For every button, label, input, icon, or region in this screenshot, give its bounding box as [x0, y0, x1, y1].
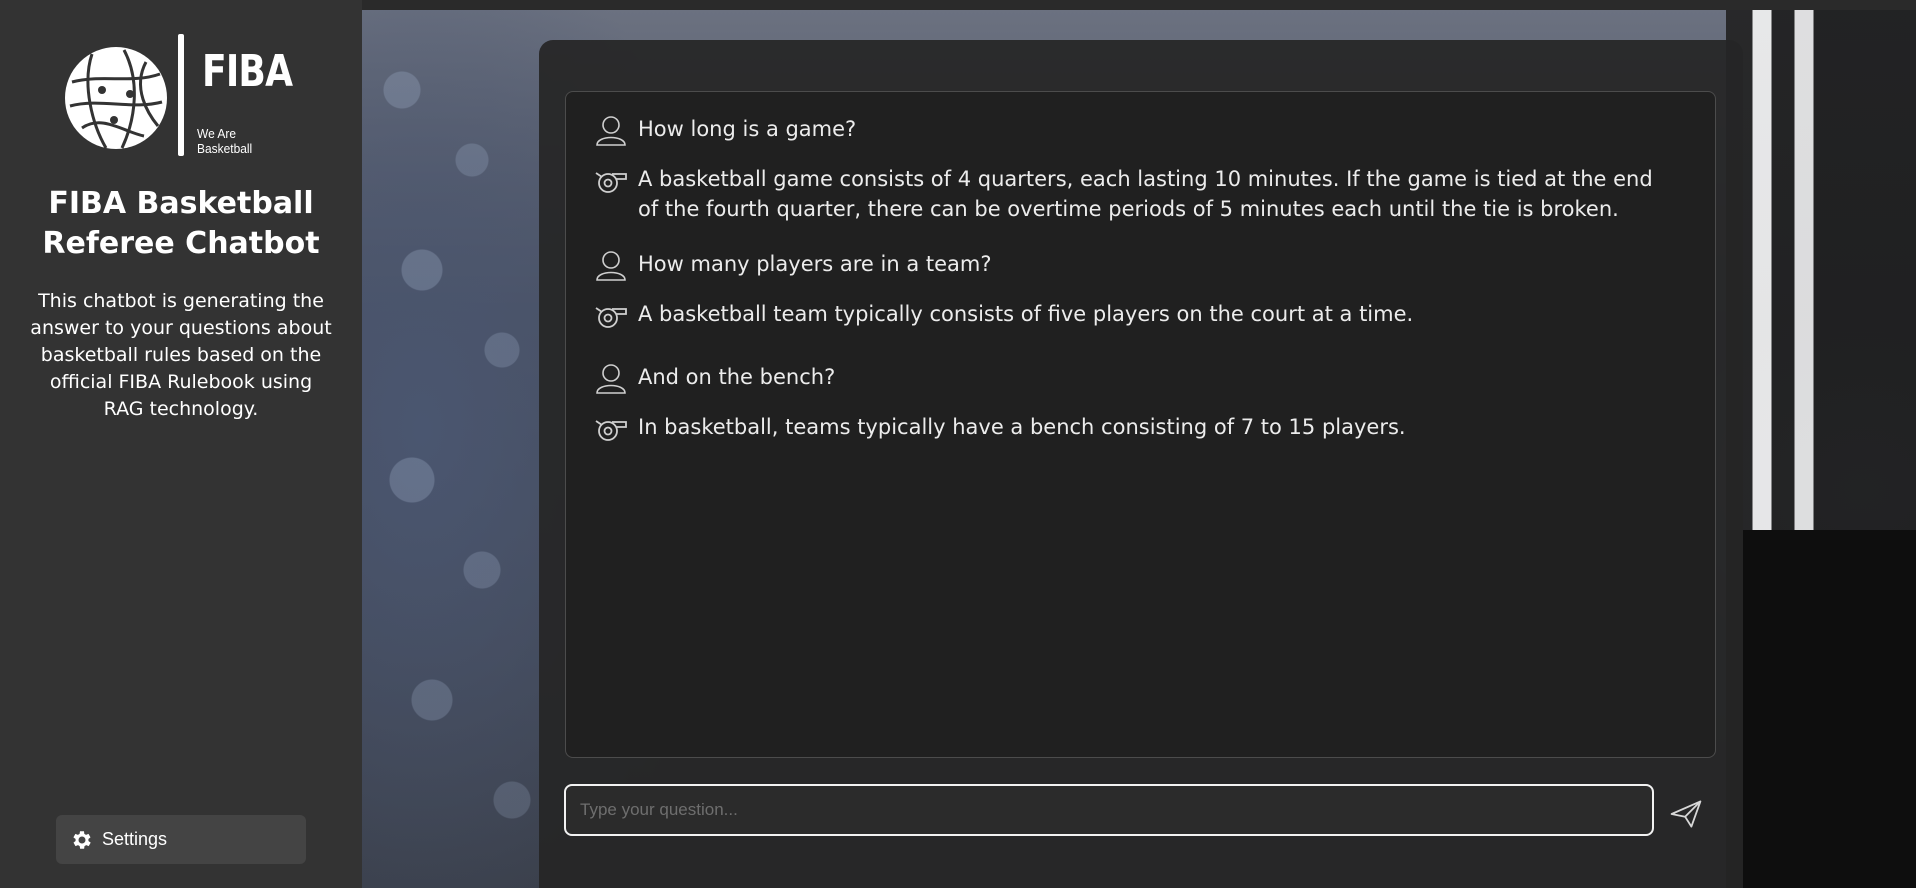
message-assistant: A basketball team typically consists of …: [594, 299, 1678, 332]
message-text: In basketball, teams typically have a be…: [638, 415, 1406, 439]
settings-button[interactable]: Settings: [56, 815, 306, 864]
message-text: And on the bench?: [638, 365, 836, 389]
user-icon: [596, 364, 626, 394]
logo-wordmark: FIBA: [202, 46, 293, 97]
chat-history[interactable]: How long is a game? A basketball game co…: [565, 91, 1716, 758]
sidebar: FIBA We Are Basketball FIBA Basketball R…: [0, 0, 362, 888]
gear-icon: [73, 830, 91, 849]
message-assistant: A basketball game consists of 4 quarters…: [594, 164, 1678, 224]
user-icon: [596, 251, 626, 281]
logo-tagline: We Are Basketball: [197, 126, 253, 156]
message-assistant: In basketball, teams typically have a be…: [594, 412, 1678, 445]
fiba-logo: FIBA We Are Basketball: [62, 34, 302, 158]
send-button[interactable]: [1666, 794, 1706, 834]
settings-label: Settings: [102, 829, 168, 849]
whistle-icon: [595, 307, 627, 328]
whistle-icon: [595, 420, 627, 441]
message-user: How many players are in a team?: [594, 249, 1678, 282]
app-title: FIBA Basketball Referee Chatbot: [42, 186, 320, 261]
app-description: This chatbot is generating the answer to…: [30, 290, 332, 420]
paper-plane-icon: [1670, 800, 1702, 828]
whistle-icon: [595, 172, 627, 193]
user-icon: [596, 116, 626, 146]
background-crowd: [362, 10, 562, 888]
message-text: A basketball team typically consists of …: [638, 302, 1414, 326]
logo-divider: [178, 34, 184, 156]
message-user: How long is a game?: [594, 114, 1678, 147]
basketball-logo-icon: [65, 47, 167, 149]
message-text: How long is a game?: [638, 117, 857, 141]
message-text: How many players are in a team?: [638, 252, 992, 276]
message-text: A basketball game consists of 4 quarters…: [638, 167, 1653, 221]
message-user: And on the bench?: [594, 362, 1678, 395]
question-input[interactable]: [564, 784, 1654, 836]
background-referee-pants: [1726, 530, 1916, 888]
